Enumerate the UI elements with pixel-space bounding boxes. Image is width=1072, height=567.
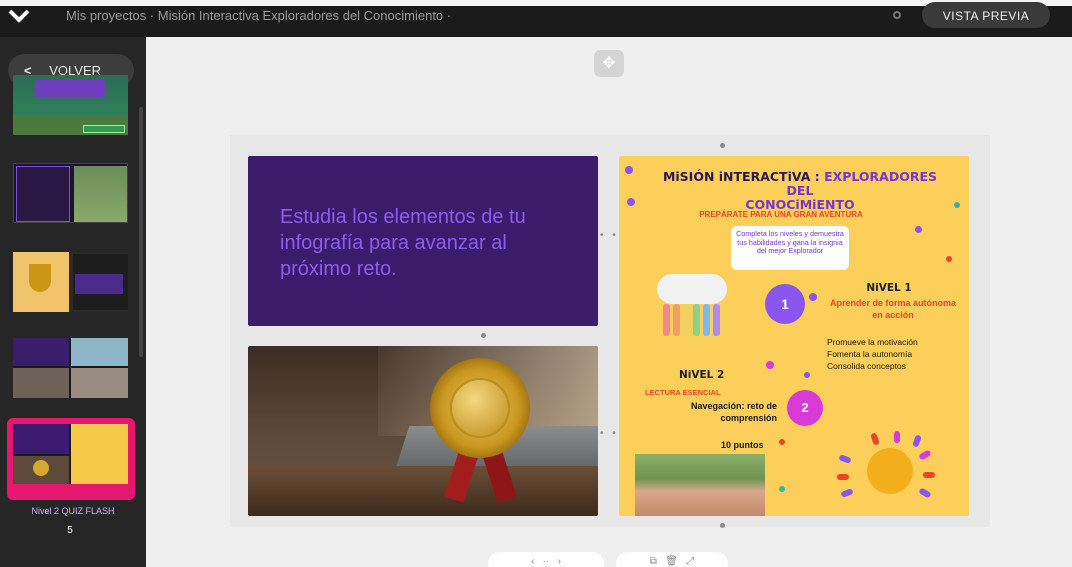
infographic-subtitle: PREPÁRATE PARA UNA GRAN AVENTURA [699,210,863,219]
next-slide-title[interactable]: Nivel 2 QUIZ FLASH [0,506,146,516]
rainbow-stripe [703,304,710,336]
thumb-panel-a [13,338,69,366]
confetti-dot [954,202,960,208]
level-2-badge: 2 [787,390,823,426]
title-part-1: MiSIÓN iNTERACTiVA : [662,169,825,184]
sun-ray [870,432,880,446]
cloud-icon [657,274,727,304]
thumb-purple-panel [13,424,69,454]
move-icon[interactable]: ✥ [594,50,624,77]
rainbow-stripe [693,304,700,336]
logo-icon[interactable] [8,8,30,24]
thumb-panel-b [71,338,128,366]
infographic[interactable]: MiSIÓN iNTERACTiVA : EXPLORADORES DEL CO… [619,156,969,516]
confetti-dot [625,166,633,174]
resize-handle-bottom[interactable] [720,523,725,528]
sun-ray [912,434,922,448]
slide-navigation-pill[interactable]: ‹ ·· › [488,552,604,567]
level-2-tag: LECTURA ESENCIAL [645,388,721,397]
level-2-description: Navegación: reto de comprensión [690,401,777,423]
sun-ray [923,472,935,478]
thumb-text-panel [16,166,70,222]
thumb-list-block [75,274,123,294]
slide-number-5: 5 [67,525,73,536]
slide-thumbnail-4[interactable] [13,338,128,398]
level-1-badge: 1 [765,284,805,324]
slide-actions-pill[interactable]: ⧉ 🗑 ⤢ [616,552,728,567]
desk-surface [248,466,598,516]
sun-ray [894,431,900,443]
rainbow-stripe [713,304,720,336]
confetti-dot [779,486,785,492]
sun-icon [867,448,913,494]
medal-center [450,378,510,438]
medal-photo[interactable] [248,346,598,516]
sun-ray [838,454,852,464]
instruction-text: Estudia los elementos de tu infografía p… [280,206,526,280]
thumb-title-block [35,79,105,97]
resize-handle-middle[interactable] [481,333,486,338]
level-1-title: NiVEL 1 [866,282,912,294]
intro-box: Completa los niveles y demuestra tus hab… [731,226,849,270]
breadcrumb[interactable]: Mis proyectos · Misión Interactiva Explo… [66,8,451,23]
settings-icon[interactable] [893,11,901,19]
top-bar: Mis proyectos · Misión Interactiva Explo… [0,0,1072,37]
benefit-item: Promueve la motivación [827,337,918,347]
thumb-photo [74,166,127,222]
medal-icon [33,460,49,476]
rainbow-stripe [663,304,670,336]
thumb-start-button [83,125,125,133]
benefits-list: Promueve la motivación Fomenta la autono… [827,336,957,372]
kids-reading-photo [635,454,765,516]
level-1-subtitle: Aprender de forma autónoma en acción [829,298,957,320]
level-2-title: NiVEL 2 [679,369,725,381]
confetti-dot [809,293,817,301]
thumb-infographic-panel [71,424,128,484]
preview-button[interactable]: VISTA PREVIA [922,2,1050,28]
infographic-title: MiSIÓN iNTERACTiVA : EXPLORADORES DEL CO… [655,170,945,212]
sun-ray [837,474,849,480]
rainbow-stripe [673,304,680,336]
sidebar-scrollbar[interactable] [139,107,143,357]
sun-ray [918,487,932,499]
confetti-dot [779,439,785,445]
slide-thumbnail-2[interactable] [13,163,128,223]
app-window: Mis proyectos · Misión Interactiva Explo… [0,0,1072,567]
slide-thumbnail-5[interactable] [13,424,128,484]
confetti-dot [766,361,774,369]
benefit-item: Fomenta la autonomía [827,349,913,359]
confetti-dot [946,256,952,262]
resize-handle-top[interactable] [720,143,725,148]
rainbow-stripe [683,304,690,336]
confetti-dot [627,198,635,206]
slide-thumbnail-3[interactable] [13,252,128,312]
thumb-panel-c [13,368,69,398]
slide-thumbnail-1[interactable] [13,75,128,135]
benefit-item: Consolida conceptos [827,361,906,371]
trophy-icon [29,264,51,292]
sun-ray [840,488,854,498]
thumb-panel-d [71,368,128,398]
sun-ray [918,449,932,461]
confetti-dot [915,226,922,233]
points-label: 10 puntos [721,440,764,450]
confetti-dot [804,372,810,378]
instruction-card[interactable]: Estudia los elementos de tu infografía p… [248,156,598,326]
